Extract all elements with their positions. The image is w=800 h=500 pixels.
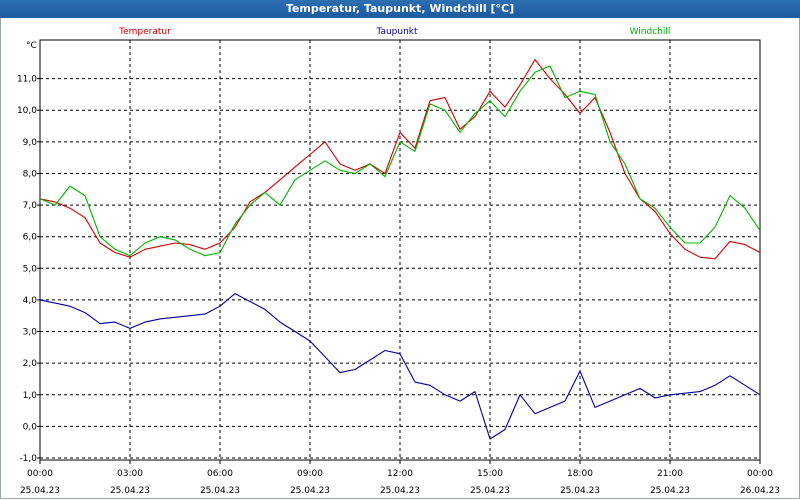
legend-item-temperatur: Temperatur	[118, 27, 171, 37]
y-tick-label: 6,0	[23, 233, 38, 243]
y-tick-label: -1,0	[19, 454, 37, 464]
x-tick-time-label: 15:00	[477, 469, 503, 479]
chart-axes	[37, 39, 761, 464]
x-tick-date-label: 25.04.23	[290, 486, 330, 496]
x-tick-time-label: 18:00	[567, 469, 593, 479]
x-tick-time-label: 06:00	[207, 469, 233, 479]
x-tick-time-label: 12:00	[387, 469, 413, 479]
x-tick-date-label: 25.04.23	[380, 486, 420, 496]
x-tick-date-label: 26.04.23	[740, 486, 780, 496]
y-tick-label: 4,0	[23, 296, 38, 306]
x-tick-time-label: 00:00	[27, 469, 53, 479]
x-tick-time-label: 09:00	[297, 469, 323, 479]
x-tick-date-label: 25.04.23	[110, 486, 150, 496]
x-tick-date-label: 25.04.23	[560, 486, 600, 496]
chart-canvas: -1,0 0,0 1,0 2,0 3,0 4,0 5,0 6,0 7,0 8,0 9,0 10,0 11…	[17, 27, 780, 496]
y-tick-label: 7,0	[23, 201, 38, 211]
x-tick-time-label: 21:00	[657, 469, 683, 479]
y-axis-unit-label: °C	[26, 41, 37, 51]
y-axis-ticks: -1,0 0,0 1,0 2,0 3,0 4,0 5,0 6,0 7,0 8,0 9,0 10,0 11…	[17, 75, 37, 464]
chart-legend: Temperatur Taupunkt Windchill	[118, 27, 670, 37]
y-tick-label: 0,0	[23, 422, 38, 432]
y-tick-label: 3,0	[23, 328, 38, 338]
y-tick-label: 8,0	[23, 169, 38, 179]
y-tick-label: 2,0	[23, 359, 38, 369]
y-tick-label: 1,0	[23, 391, 38, 401]
y-tick-label: 10,0	[17, 106, 37, 116]
y-tick-label: 11,0	[17, 75, 37, 85]
x-tick-time-label: 00:00	[747, 469, 773, 479]
x-tick-date-label: 25.04.23	[20, 486, 60, 496]
x-tick-date-label: 25.04.23	[650, 486, 690, 496]
y-tick-label: 5,0	[23, 264, 38, 274]
x-tick-date-label: 25.04.23	[200, 486, 240, 496]
chart-grid	[40, 40, 760, 460]
legend-item-windchill: Windchill	[630, 27, 671, 37]
x-tick-time-label: 03:00	[117, 469, 143, 479]
y-tick-label: 9,0	[23, 138, 38, 148]
x-tick-date-label: 25.04.23	[470, 486, 510, 496]
x-axis-ticks: 00:00 25.04.23 03:00 25.04.23 06:00 25.04.23 0…	[20, 469, 780, 496]
legend-item-taupunkt: Taupunkt	[375, 27, 418, 37]
